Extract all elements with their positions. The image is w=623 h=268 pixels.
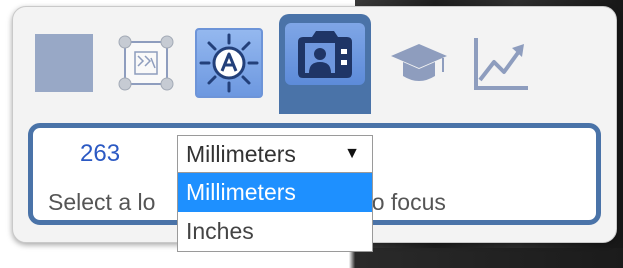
graduation-cap-icon bbox=[388, 32, 450, 94]
unit-option-millimeters[interactable]: Millimeters bbox=[178, 173, 372, 212]
chart-tool-button[interactable] bbox=[467, 28, 535, 98]
unit-select-value: Millimeters bbox=[186, 140, 296, 167]
sun-a-icon bbox=[198, 32, 260, 94]
unit-dropdown-list: Millimeters Inches bbox=[177, 172, 373, 252]
focus-distance-value: 263 bbox=[80, 140, 121, 167]
unit-select[interactable]: Millimeters ▼ bbox=[177, 135, 373, 173]
crop-tool-button[interactable] bbox=[112, 28, 180, 98]
chevron-down-icon: ▼ bbox=[344, 145, 360, 162]
line-chart-icon bbox=[470, 32, 532, 94]
square-icon bbox=[33, 32, 95, 94]
crop-frame-icon bbox=[115, 32, 177, 94]
camera-portrait-icon bbox=[294, 28, 356, 80]
blank-tool-button[interactable] bbox=[30, 28, 98, 98]
unit-option-inches[interactable]: Inches bbox=[178, 212, 372, 251]
focus-tool-button[interactable] bbox=[279, 14, 371, 114]
auto-exposure-tool-button[interactable] bbox=[195, 28, 263, 98]
hint-text-start: Select a lo bbox=[48, 189, 156, 215]
focus-tool-inner bbox=[285, 23, 365, 85]
learn-tool-button[interactable] bbox=[385, 28, 453, 98]
